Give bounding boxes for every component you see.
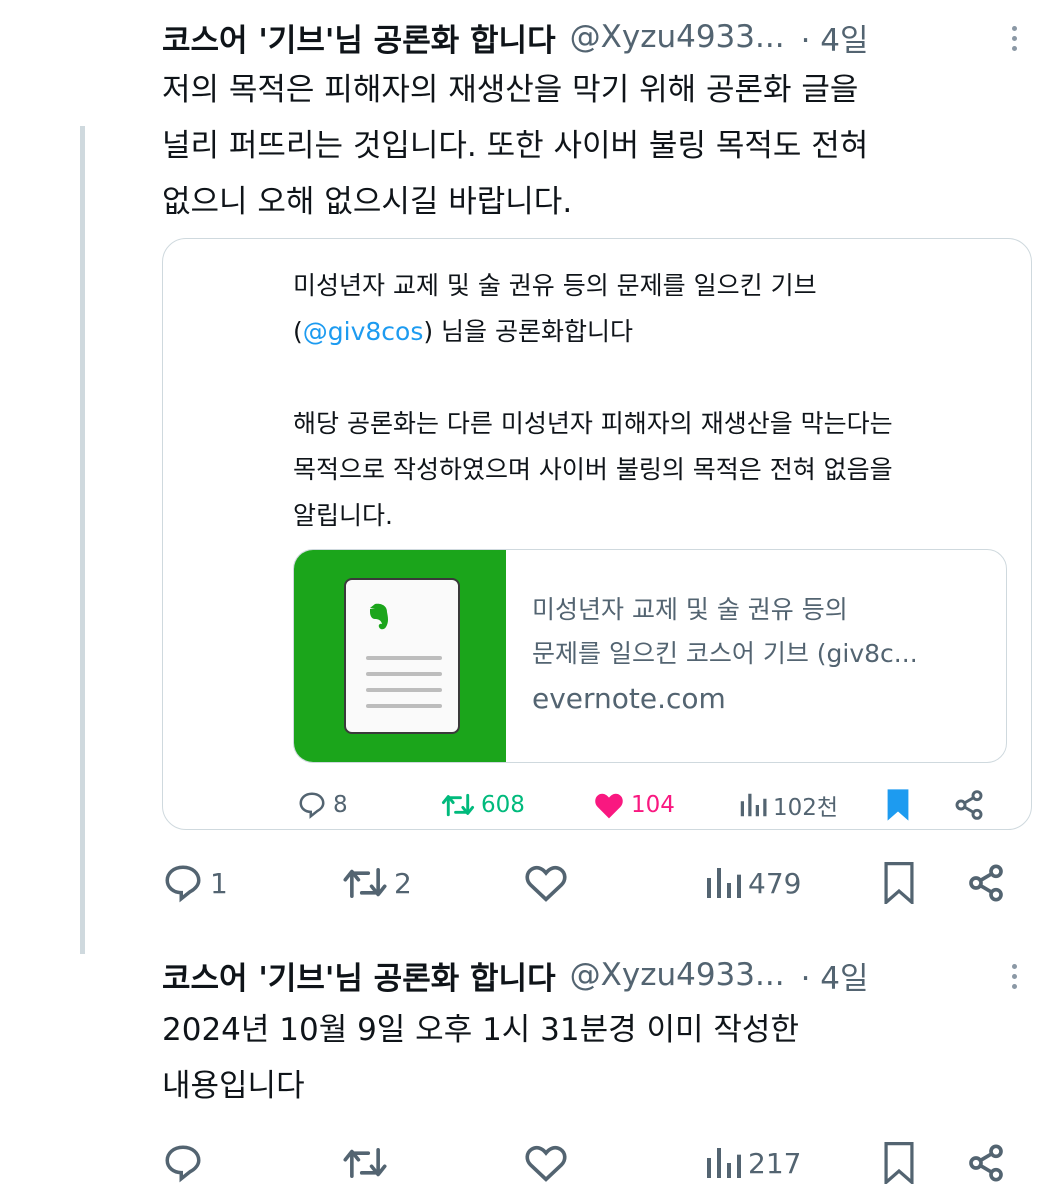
- link-thumbnail: [294, 550, 506, 762]
- quoted-line-2-suffix: ) 님을 공론화합니다: [423, 317, 634, 346]
- reply-button[interactable]: 1: [162, 858, 228, 908]
- retweet-button[interactable]: [342, 1138, 394, 1188]
- post-time[interactable]: · 4일: [801, 15, 869, 60]
- link-domain: evernote.com: [532, 682, 726, 715]
- share-icon: [969, 1144, 1003, 1182]
- quoted-reply-count: 8: [333, 792, 348, 818]
- doc-line: [366, 688, 442, 692]
- views-icon: [707, 868, 741, 898]
- quoted-line-2-prefix: (: [293, 317, 303, 346]
- reply-button[interactable]: [162, 1138, 210, 1188]
- author-name[interactable]: 코스어 '기브'님 공론화 합니다: [162, 15, 556, 60]
- quoted-like-count: 104: [631, 792, 675, 818]
- quoted-paragraph: 해당 공론화는 다른 미성년자 피해자의 재생산을 막는다는 목적으로 작성하였…: [293, 409, 893, 530]
- tweet-actions: 217: [162, 1138, 1032, 1188]
- retweet-icon: [343, 868, 387, 898]
- quoted-views-button[interactable]: 102천: [737, 785, 838, 825]
- tweet-actions: 1 2 479: [162, 858, 1032, 908]
- tweet-text: 2024년 10월 9일 오후 1시 31분경 이미 작성한 내용입니다: [162, 1012, 799, 1104]
- reply-count: 1: [210, 866, 228, 900]
- bookmark-icon: [884, 862, 914, 904]
- retweet-icon: [441, 793, 475, 817]
- reply-icon: [165, 865, 201, 903]
- quoted-tweet[interactable]: 미성년자 교제 및 술 권유 등의 문제를 일으킨 기브 (@giv8cos) …: [162, 238, 1032, 830]
- doc-line: [366, 672, 442, 676]
- author-name[interactable]: 코스어 '기브'님 공론화 합니다: [162, 953, 556, 998]
- share-button[interactable]: [966, 858, 1012, 908]
- doc-line: [366, 656, 442, 660]
- quoted-retweet-button[interactable]: 608: [441, 785, 525, 825]
- quoted-reply-button[interactable]: 8: [297, 785, 348, 825]
- link-preview-card[interactable]: 미성년자 교제 및 술 권유 등의 문제를 일으킨 코스어 기브 (giv8c.…: [293, 549, 1007, 763]
- more-icon[interactable]: [994, 956, 1034, 996]
- quoted-views-count: 102천: [773, 795, 839, 821]
- like-button[interactable]: [524, 1138, 574, 1188]
- tweet-text: 저의 목적은 피해자의 재생산을 막기 위해 공론화 글을 널리 퍼뜨리는 것입…: [162, 72, 869, 220]
- author-handle[interactable]: @Xyzu4933...: [570, 957, 785, 993]
- quoted-share-button[interactable]: [953, 785, 991, 825]
- quoted-bookmark-button[interactable]: [885, 785, 917, 825]
- quoted-tweet-actions: 8 608 104 102천: [297, 785, 997, 825]
- tweet[interactable]: 코스어 '기브'님 공론화 합니다 @Xyzu4933... · 4일 2024…: [0, 940, 1064, 1200]
- views-button[interactable]: 479: [702, 858, 801, 908]
- share-button[interactable]: [966, 1138, 1012, 1188]
- like-icon: [525, 865, 567, 902]
- views-count: 479: [748, 866, 802, 900]
- quoted-retweet-count: 608: [481, 792, 525, 818]
- views-count: 217: [748, 1146, 802, 1180]
- views-icon: [740, 793, 767, 817]
- tweet-header: 코스어 '기브'님 공론화 합니다 @Xyzu4933... · 4일: [162, 14, 1034, 60]
- like-icon: [525, 1145, 567, 1182]
- reply-icon: [299, 792, 325, 819]
- quoted-line-1: 미성년자 교제 및 술 권유 등의 문제를 일으킨 기브: [293, 271, 817, 300]
- document-illustration: [344, 578, 460, 734]
- share-icon: [969, 864, 1003, 902]
- bookmark-button[interactable]: [882, 858, 922, 908]
- more-icon[interactable]: [994, 18, 1034, 58]
- like-button[interactable]: [524, 858, 574, 908]
- quoted-tweet-text: 미성년자 교제 및 술 권유 등의 문제를 일으킨 기브 (@giv8cos) …: [293, 263, 1013, 539]
- bookmark-icon: [887, 789, 909, 821]
- reply-icon: [165, 1145, 201, 1183]
- tweet-header: 코스어 '기브'님 공론화 합니다 @Xyzu4933... · 4일: [162, 952, 1034, 998]
- bookmark-icon: [884, 1142, 914, 1184]
- link-title: 미성년자 교제 및 술 권유 등의 문제를 일으킨 코스어 기브 (giv8c.…: [532, 595, 918, 668]
- author-handle[interactable]: @Xyzu4933...: [570, 19, 785, 55]
- retweet-icon: [343, 1148, 387, 1178]
- retweet-count: 2: [394, 866, 412, 900]
- like-icon: [595, 793, 623, 819]
- share-icon: [955, 790, 983, 820]
- quoted-like-button[interactable]: 104: [593, 785, 675, 825]
- tweet[interactable]: 코스어 '기브'님 공론화 합니다 @Xyzu4933... · 4일 저의 목…: [0, 0, 1064, 940]
- post-time[interactable]: · 4일: [801, 953, 869, 998]
- doc-line: [366, 704, 442, 708]
- views-button[interactable]: 217: [702, 1138, 801, 1188]
- retweet-button[interactable]: 2: [342, 858, 412, 908]
- evernote-icon: [370, 603, 388, 630]
- bookmark-button[interactable]: [882, 1138, 922, 1188]
- mention-link[interactable]: @giv8cos: [303, 317, 424, 346]
- views-icon: [707, 1148, 741, 1178]
